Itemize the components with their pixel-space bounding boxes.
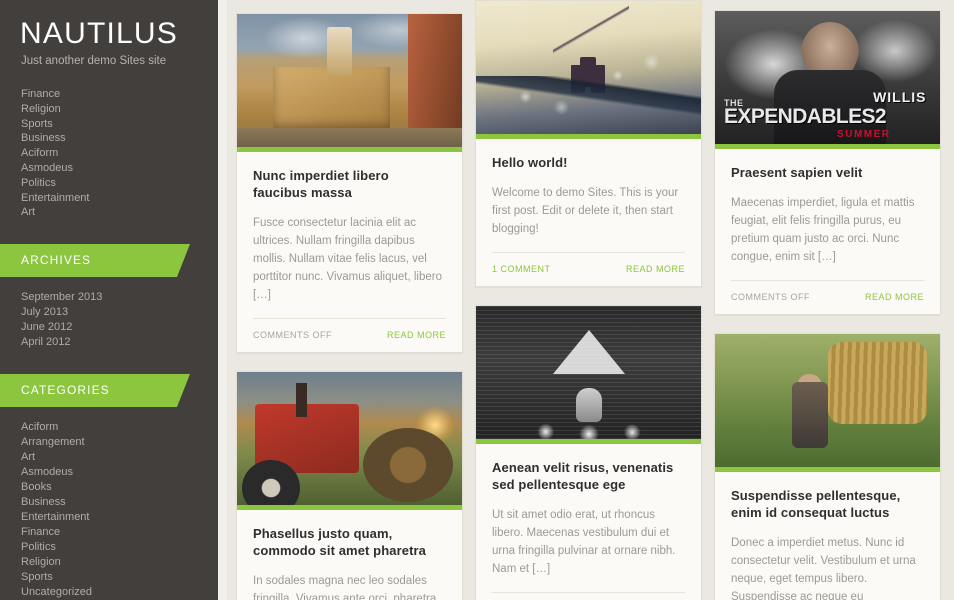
post-title[interactable]: Phasellus justo quam, commodo sit amet p…	[253, 525, 446, 559]
post-column-1: Nunc imperdiet libero faucibus massa Fus…	[236, 13, 463, 600]
post-meta: COMMENTS OFF READ MORE	[731, 280, 924, 302]
comments-count[interactable]: COMMENTS OFF	[731, 292, 810, 302]
category-item-arrangement[interactable]: Arrangement	[0, 435, 218, 450]
read-more-link[interactable]: READ MORE	[626, 264, 685, 274]
post-card[interactable]: Phasellus justo quam, commodo sit amet p…	[236, 371, 463, 600]
nav-item-politics[interactable]: Politics	[0, 176, 218, 191]
archive-item-september-2013[interactable]: September 2013	[0, 290, 218, 305]
widget-title-archives: ARCHIVES	[0, 244, 190, 278]
post-column-2: Hello world! Welcome to demo Sites. This…	[475, 0, 702, 600]
poster-tagline-label: SUMMER	[837, 129, 891, 141]
expendables-poster-thumbnail[interactable]: THE EXPENDABLES2 WILLIS SUMMER	[715, 11, 940, 149]
post-card[interactable]: Aenean velit risus, venenatis sed pellen…	[475, 305, 702, 600]
site-title[interactable]: NAUTILUS	[0, 14, 218, 50]
page-edge-strip	[218, 0, 227, 600]
sidebar: NAUTILUS Just another demo Sites site Fi…	[0, 0, 218, 600]
church-photo-thumbnail[interactable]	[237, 14, 462, 152]
category-item-aciform[interactable]: Aciform	[0, 420, 218, 435]
post-meta: 1 COMMENT READ MORE	[492, 252, 685, 274]
comments-count[interactable]: COMMENTS OFF	[253, 330, 332, 340]
category-item-sports[interactable]: Sports	[0, 570, 218, 585]
man-hay-bale-photo-thumbnail[interactable]	[715, 334, 940, 472]
archive-item-april-2012[interactable]: April 2012	[0, 335, 218, 350]
archives-list: September 2013 July 2013 June 2012 April…	[0, 290, 218, 350]
post-body: Praesent sapien velit Maecenas imperdiet…	[715, 149, 940, 314]
category-item-finance[interactable]: Finance	[0, 525, 218, 540]
post-body: Nunc imperdiet libero faucibus massa Fus…	[237, 152, 462, 352]
post-excerpt: Donec a imperdiet metus. Nunc id consect…	[731, 537, 916, 600]
post-excerpt: Ut sit amet odio erat, ut rhoncus libero…	[492, 509, 676, 575]
post-card[interactable]: Hello world! Welcome to demo Sites. This…	[475, 0, 702, 287]
category-item-asmodeus[interactable]: Asmodeus	[0, 465, 218, 480]
exhaust-pipe-shape	[295, 382, 307, 418]
widget-categories: CATEGORIES Aciform Arrangement Art Asmod…	[0, 374, 218, 600]
lamp-blackwhite-photo-thumbnail[interactable]	[476, 306, 701, 444]
category-item-uncategorized[interactable]: Uncategorized	[0, 585, 218, 600]
post-body: Suspendisse pellentesque, enim id conseq…	[715, 472, 940, 600]
post-body: Phasellus justo quam, commodo sit amet p…	[237, 510, 462, 600]
widget-archives: ARCHIVES September 2013 July 2013 June 2…	[0, 244, 218, 350]
flowers-shape	[516, 415, 661, 439]
post-card[interactable]: Nunc imperdiet libero faucibus massa Fus…	[236, 13, 463, 353]
ground-shape	[237, 128, 462, 147]
post-title[interactable]: Nunc imperdiet libero faucibus massa	[253, 167, 446, 201]
nav-item-sports[interactable]: Sports	[0, 117, 218, 132]
rear-wheel-shape	[363, 427, 453, 503]
post-title[interactable]: Praesent sapien velit	[731, 164, 924, 181]
nav-item-business[interactable]: Business	[0, 131, 218, 146]
widget-title-categories: CATEGORIES	[0, 374, 190, 408]
poster-title-label: EXPENDABLES2	[724, 104, 887, 128]
cross-necklace-photo-thumbnail[interactable]	[476, 1, 701, 139]
archive-item-june-2012[interactable]: June 2012	[0, 320, 218, 335]
post-title[interactable]: Suspendisse pellentesque, enim id conseq…	[731, 487, 924, 521]
post-body: Aenean velit risus, venenatis sed pellen…	[476, 444, 701, 600]
category-item-entertainment[interactable]: Entertainment	[0, 510, 218, 525]
post-meta: COMMENTS OFF READ MORE	[253, 318, 446, 340]
nav-item-aciform[interactable]: Aciform	[0, 146, 218, 161]
category-item-art[interactable]: Art	[0, 450, 218, 465]
post-title[interactable]: Aenean velit risus, venenatis sed pellen…	[492, 459, 685, 493]
page-root: NAUTILUS Just another demo Sites site Fi…	[0, 0, 954, 600]
nav-item-entertainment[interactable]: Entertainment	[0, 191, 218, 206]
comments-count[interactable]: 1 COMMENT	[492, 264, 551, 274]
post-card[interactable]: THE EXPENDABLES2 WILLIS SUMMER Praesent …	[714, 10, 941, 315]
nav-item-finance[interactable]: Finance	[0, 87, 218, 102]
post-title[interactable]: Hello world!	[492, 154, 685, 171]
post-card[interactable]: Suspendisse pellentesque, enim id conseq…	[714, 333, 941, 600]
category-item-books[interactable]: Books	[0, 480, 218, 495]
primary-nav: Finance Religion Sports Business Aciform…	[0, 87, 218, 220]
post-excerpt: Fusce consectetur lacinia elit ac ultric…	[253, 217, 442, 301]
nav-item-asmodeus[interactable]: Asmodeus	[0, 161, 218, 176]
post-meta: 1 COMMENT READ MORE	[492, 592, 685, 600]
post-column-3: THE EXPENDABLES2 WILLIS SUMMER Praesent …	[714, 10, 941, 600]
post-excerpt: Maecenas imperdiet, ligula et mattis feu…	[731, 197, 915, 263]
blinds-texture	[476, 306, 701, 439]
read-more-link[interactable]: READ MORE	[865, 292, 924, 302]
post-grid: Nunc imperdiet libero faucibus massa Fus…	[227, 0, 954, 600]
building-facade-shape	[408, 14, 462, 147]
bridge-rail-shape	[476, 75, 701, 129]
nav-item-art[interactable]: Art	[0, 205, 218, 220]
post-body: Hello world! Welcome to demo Sites. This…	[476, 139, 701, 286]
red-tractor-photo-thumbnail[interactable]	[237, 372, 462, 510]
person-head-shape	[798, 373, 821, 393]
category-item-politics[interactable]: Politics	[0, 540, 218, 555]
site-tagline: Just another demo Sites site	[21, 55, 167, 67]
archive-item-july-2013[interactable]: July 2013	[0, 305, 218, 320]
read-more-link[interactable]: READ MORE	[387, 330, 446, 340]
category-item-religion[interactable]: Religion	[0, 555, 218, 570]
categories-list: Aciform Arrangement Art Asmodeus Books B…	[0, 420, 218, 600]
post-excerpt: Welcome to demo Sites. This is your firs…	[492, 187, 679, 235]
nav-item-religion[interactable]: Religion	[0, 102, 218, 117]
category-item-business[interactable]: Business	[0, 495, 218, 510]
post-excerpt: In sodales magna nec leo sodales fringil…	[253, 575, 437, 600]
poster-star-label: WILLIS	[873, 89, 927, 106]
